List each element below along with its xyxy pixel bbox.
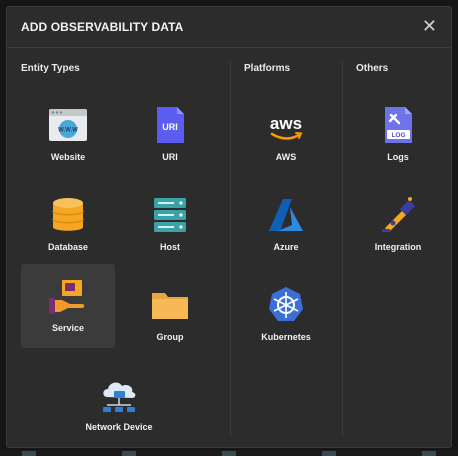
database-icon (52, 198, 84, 231)
tile-uri[interactable]: URI URI (123, 95, 217, 177)
tile-website[interactable]: W.W.W Website (21, 95, 115, 177)
close-button[interactable]: ✕ (422, 16, 437, 36)
tile-label: Group (156, 332, 184, 342)
tile-azure[interactable]: Azure (239, 185, 333, 267)
column-divider (342, 61, 343, 437)
tile-label: AWS (275, 152, 297, 162)
section-heading-entity-types: Entity Types (21, 63, 80, 74)
network-device-icon (103, 382, 136, 412)
logs-icon: LOG (385, 107, 412, 143)
tile-integration[interactable]: Integration (351, 185, 445, 267)
tile-network-device[interactable]: Network Device (72, 365, 166, 447)
tile-label: Network Device (85, 422, 153, 432)
tile-label: Azure (273, 242, 299, 252)
tile-label: Logs (387, 152, 409, 162)
dialog-title: ADD OBSERVABILITY DATA (21, 20, 184, 34)
background-tick (422, 451, 436, 456)
tile-kubernetes[interactable]: Kubernetes (239, 275, 333, 357)
azure-icon (269, 199, 303, 231)
tile-logs[interactable]: LOG Logs (351, 95, 445, 177)
tile-host[interactable]: Host (123, 185, 217, 267)
kubernetes-icon (269, 287, 303, 321)
website-badge: W.W.W (58, 128, 78, 134)
add-observability-data-dialog: ADD OBSERVABILITY DATA ✕ Entity Types Pl… (6, 6, 452, 448)
uri-badge: URI (162, 122, 178, 132)
background-tick (22, 451, 36, 456)
column-divider (230, 61, 231, 437)
tile-label: Kubernetes (261, 332, 311, 342)
tile-group[interactable]: Group (123, 275, 217, 357)
aws-icon: aws (270, 114, 303, 140)
uri-icon: URI (157, 107, 184, 143)
aws-logo-text: aws (270, 114, 302, 133)
tile-label: Integration (374, 242, 422, 252)
section-heading-platforms: Platforms (244, 63, 291, 74)
background-tick (122, 451, 136, 456)
background-tick (322, 451, 336, 456)
tile-aws[interactable]: aws AWS (239, 95, 333, 177)
logs-badge: LOG (391, 132, 405, 139)
integration-icon (382, 197, 415, 232)
background-tick (222, 451, 236, 456)
tile-label: Service (51, 323, 85, 333)
tile-database[interactable]: Database (21, 185, 115, 267)
service-icon (49, 280, 85, 314)
tile-label: Website (50, 152, 86, 162)
host-icon (154, 198, 186, 232)
dialog-header: ADD OBSERVABILITY DATA ✕ (7, 7, 451, 48)
tile-label: Database (47, 242, 89, 252)
background-strip (0, 450, 458, 456)
website-icon: W.W.W (49, 109, 87, 141)
tile-service[interactable]: Service (21, 264, 115, 348)
folder-icon (152, 293, 188, 319)
section-heading-others: Others (356, 63, 389, 74)
tile-label: URI (162, 152, 178, 162)
tile-label: Host (160, 242, 180, 252)
